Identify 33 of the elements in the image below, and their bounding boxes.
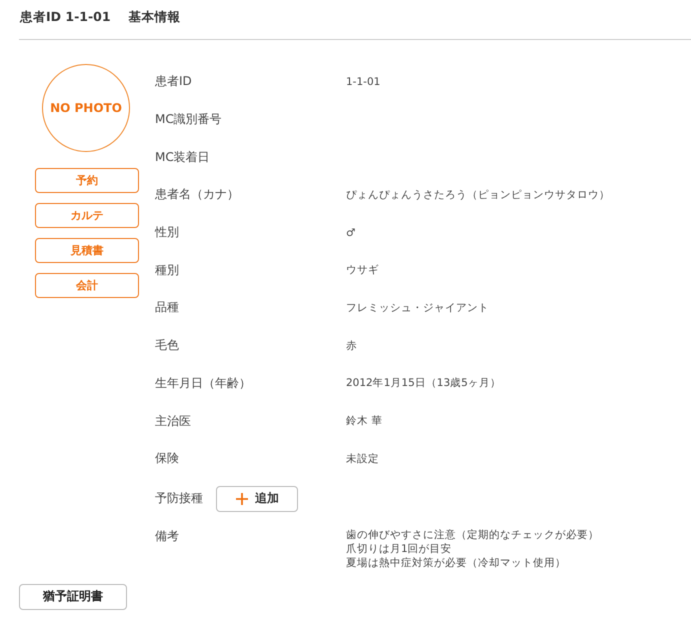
field-label: 生年月日（年齢） xyxy=(155,374,252,392)
section-title: 基本情報 xyxy=(128,9,181,26)
patient-id-title: 患者ID 1-1-01 xyxy=(20,9,111,26)
field-label: MC装着日 xyxy=(155,148,211,166)
field-value: 赤 xyxy=(346,338,357,353)
field-value: フレミッシュ・ジャイアント xyxy=(346,300,489,315)
no-photo-label: NO PHOTO xyxy=(50,101,122,115)
side-button[interactable]: 会計 xyxy=(35,273,139,298)
field-label: 性別 xyxy=(155,224,180,242)
add-button[interactable]: 追加 xyxy=(216,486,298,512)
side-button[interactable]: カルテ xyxy=(35,203,139,228)
field-value: 1-1-01 xyxy=(346,76,380,88)
field-value: ぴょんぴょんうさたろう（ピョンピョンウサタロウ） xyxy=(346,188,610,202)
field-label: 予防接種 xyxy=(155,490,203,508)
field-label: 保険 xyxy=(155,450,180,468)
side-button[interactable]: 予約 xyxy=(35,168,139,193)
certificate-button[interactable]: 猶予証明書 xyxy=(19,584,127,610)
field-value: 未設定 xyxy=(346,452,379,466)
field-label: 種別 xyxy=(155,262,180,279)
field-label: 患者名（カナ） xyxy=(155,186,240,204)
plus-icon xyxy=(235,492,249,506)
field-label: MC識別番号 xyxy=(155,111,223,128)
field-value: ♂ xyxy=(346,226,356,239)
field-value: 2012年1月15日（13歳5ヶ月） xyxy=(346,376,501,390)
field-value: ウサギ xyxy=(346,263,379,278)
field-label: 主治医 xyxy=(155,412,192,430)
field-label: 備考 xyxy=(155,528,180,545)
field-label: 毛色 xyxy=(155,337,180,354)
side-button[interactable]: 見積書 xyxy=(35,238,139,263)
field-value: 鈴木 華 xyxy=(346,414,382,428)
field-label: 品種 xyxy=(155,299,180,316)
field-label: 患者ID xyxy=(155,73,193,90)
notes-text: 歯の伸びやすさに注意（定期的なチェックが必要） 爪切りは月1回が目安 夏場は熱中症対策が必要（冷却マット使用） xyxy=(346,528,599,570)
